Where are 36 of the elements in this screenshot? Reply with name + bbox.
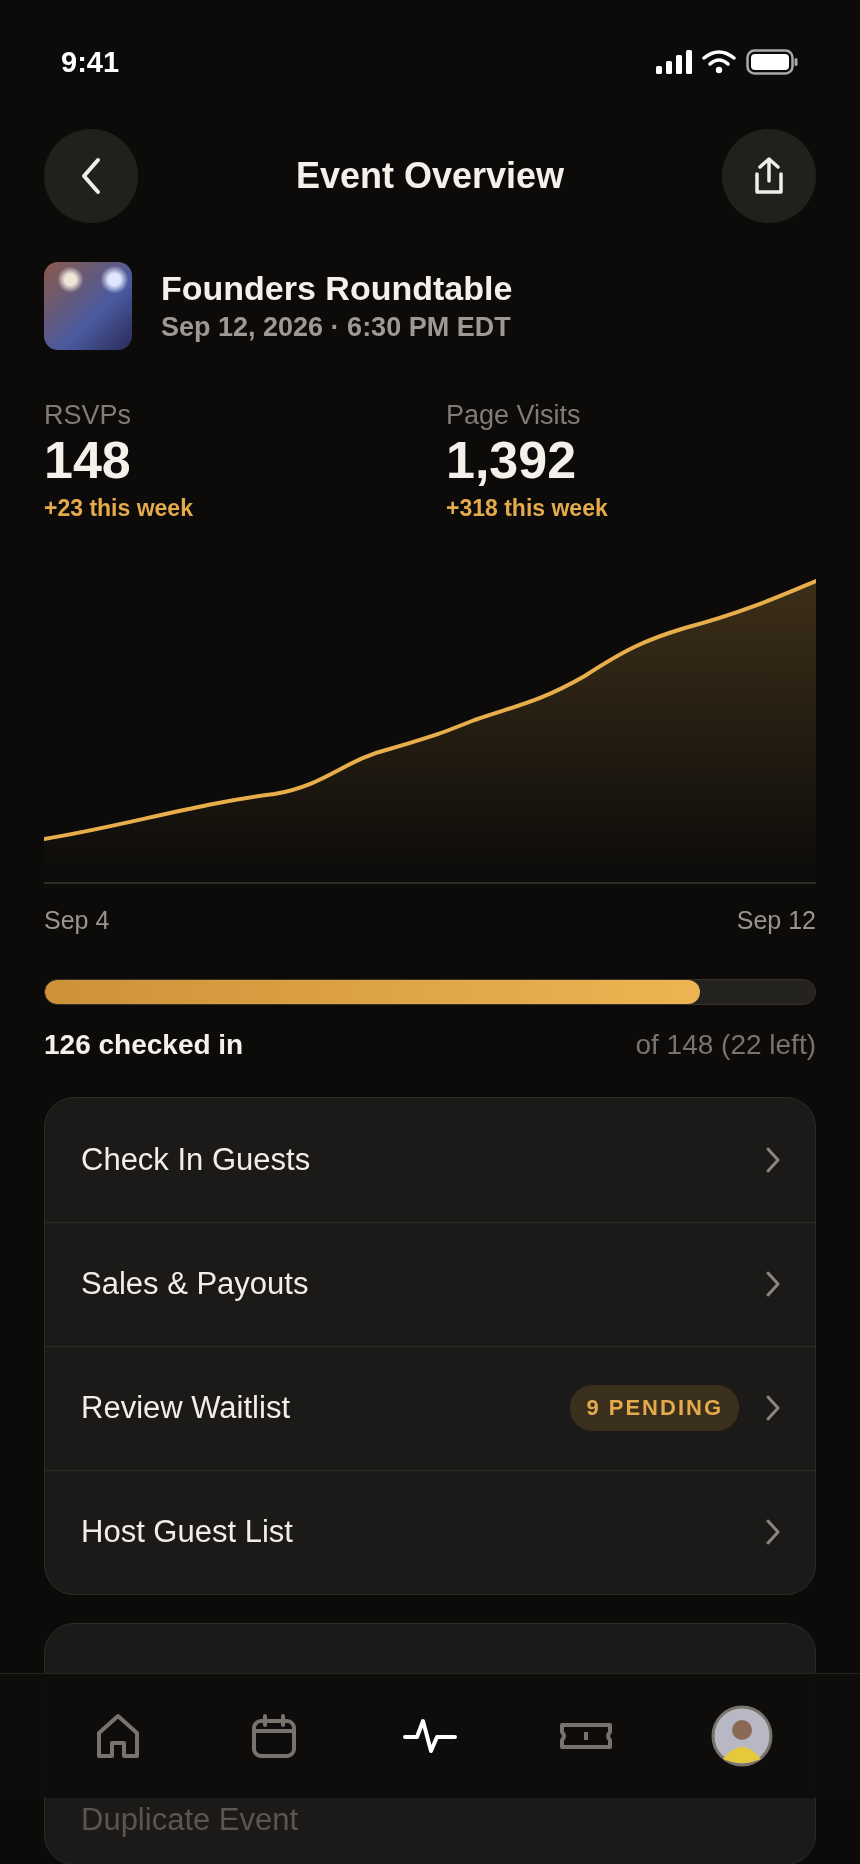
action-row[interactable]: Host Guest List <box>45 1469 815 1594</box>
checked-in-total: of 148 (22 left) <box>635 1028 816 1061</box>
chevron-icon <box>765 1394 781 1423</box>
screen-title: Event Overview <box>295 155 565 197</box>
action-label: Check In Guests <box>81 1141 312 1178</box>
checked-in-count: 126 checked in <box>44 1028 244 1061</box>
chevron-icon <box>765 1145 781 1174</box>
stat-value: 148 <box>44 431 132 491</box>
signal-icon <box>656 50 692 74</box>
battery-icon <box>746 49 798 75</box>
calendar-icon[interactable] <box>252 1714 296 1758</box>
action-row[interactable]: Sales & Payouts <box>45 1221 815 1346</box>
status-time: 9:41 <box>61 45 120 79</box>
avatar-icon[interactable] <box>711 1705 773 1767</box>
action-label: Duplicate Event <box>81 1801 299 1837</box>
action-label: Review Waitlist <box>81 1390 291 1427</box>
event-date: Sep 12, 2026 · 6:30 PM EDT <box>161 312 512 343</box>
stat-label: RSVPs <box>44 400 133 431</box>
stat-change: +318 this week <box>446 494 609 522</box>
axis-label: Sep 4 <box>44 905 110 935</box>
ticket-icon[interactable] <box>560 1723 612 1749</box>
stat-label: Page Visits <box>446 400 582 431</box>
action-label: Host Guest List <box>81 1514 294 1551</box>
action-row[interactable]: Check In Guests <box>45 1097 815 1222</box>
action-row[interactable]: Review Waitlist 9 PENDING <box>45 1345 815 1470</box>
stat-value: 1,392 <box>446 431 578 491</box>
chevron-icon <box>765 1270 781 1299</box>
action-label: Sales & Payouts <box>81 1266 310 1303</box>
axis-label: Sep 12 <box>736 905 816 935</box>
pulse-icon[interactable] <box>403 1717 457 1755</box>
stat-change: +23 this week <box>44 494 194 522</box>
wifi-icon <box>702 50 736 74</box>
pending-badge: 9 PENDING <box>570 1385 739 1432</box>
home-icon[interactable] <box>96 1713 140 1759</box>
event-name: Founders Roundtable <box>161 269 513 308</box>
chevron-icon <box>765 1518 781 1547</box>
